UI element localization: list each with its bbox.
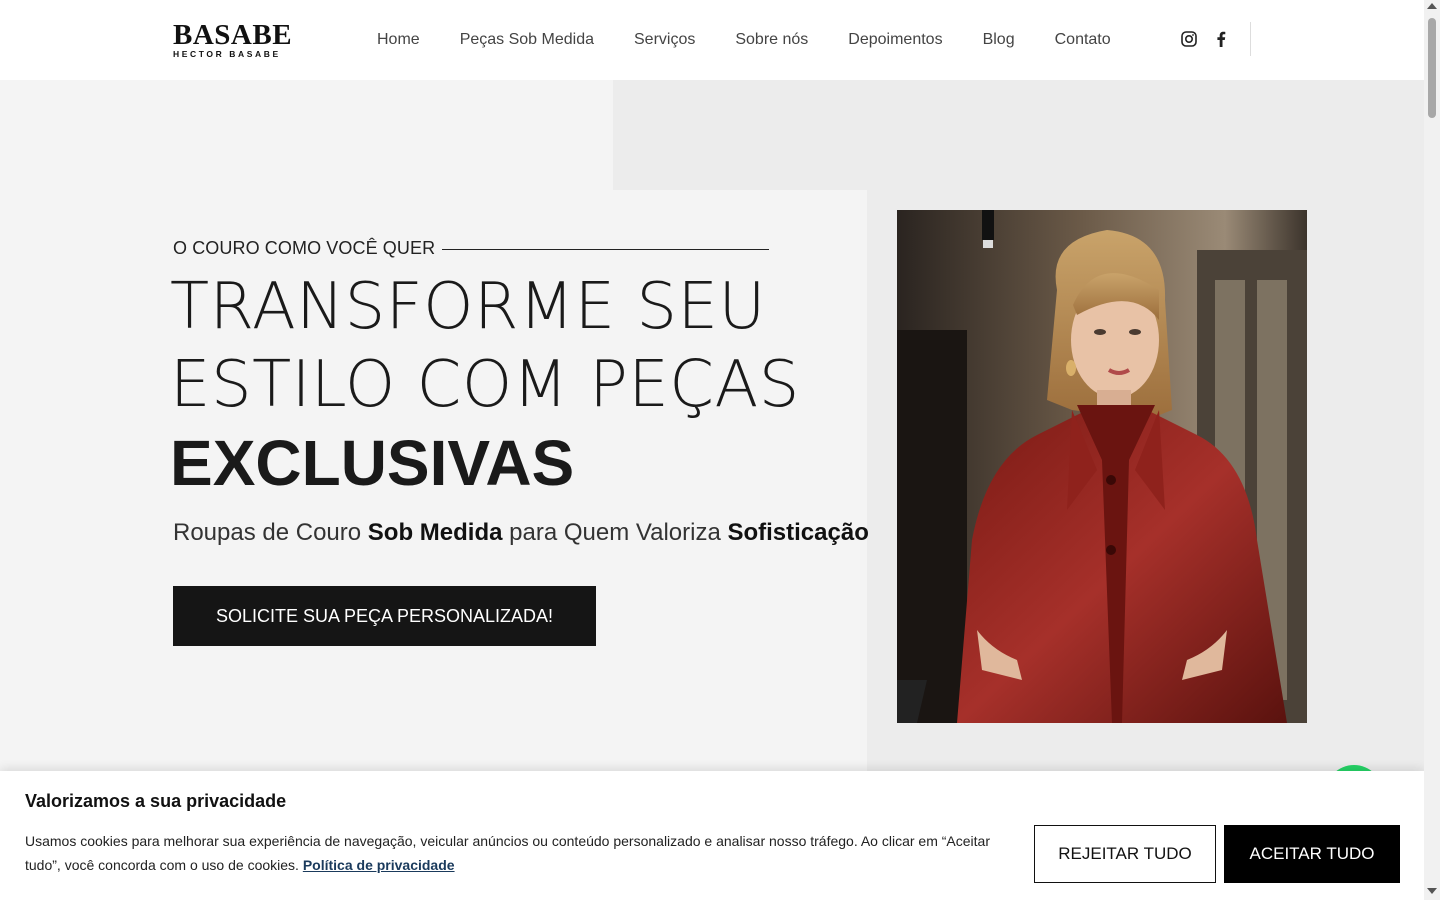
nav-item-pecas-sob-medida[interactable]: Peças Sob Medida (460, 29, 594, 51)
nav-item-contato[interactable]: Contato (1055, 29, 1111, 51)
nav-item-blog[interactable]: Blog (983, 29, 1015, 51)
subheadline-part-1: Roupas de Couro (173, 519, 368, 546)
headline-bold: EXCLUSIVAS (170, 427, 575, 499)
eyebrow-divider (442, 249, 769, 250)
scrollbar[interactable] (1424, 0, 1440, 900)
subheadline-part-2: para Quem Valoriza (502, 519, 728, 546)
accept-all-button[interactable]: ACEITAR TUDO (1224, 825, 1400, 883)
cookie-title: Valorizamos a sua privacidade (25, 791, 287, 811)
scrollbar-thumb[interactable] (1428, 18, 1436, 118)
instagram-icon[interactable] (1180, 29, 1198, 49)
main-nav: Home Peças Sob Medida Serviços Sobre nós… (377, 29, 1111, 51)
request-custom-piece-button[interactable]: SOLICITE SUA PEÇA PERSONALIZADA! (173, 586, 596, 646)
privacy-policy-link[interactable]: Política de privacidade (303, 857, 455, 873)
nav-item-depoimentos[interactable]: Depoimentos (848, 29, 942, 51)
headline-line-2: ESTILO COM PEÇAS (170, 348, 800, 422)
nav-item-home[interactable]: Home (377, 29, 420, 51)
hero-eyebrow: O COURO COMO VOCÊ QUER (173, 238, 436, 258)
social-links (1180, 29, 1230, 49)
scroll-down-icon[interactable] (1427, 888, 1437, 894)
nav-item-servicos[interactable]: Serviços (634, 29, 695, 51)
cookie-banner: Valorizamos a sua privacidade Usamos coo… (0, 771, 1424, 900)
site-header: BASABE HECTOR BASABE Home Peças Sob Medi… (0, 0, 1424, 80)
hero-subheadline: Roupas de Couro Sob Medida para Quem Val… (173, 519, 869, 547)
cookie-text: Usamos cookies para melhorar sua experiê… (25, 829, 1015, 877)
hero-background-accent (613, 80, 867, 190)
facebook-icon[interactable] (1212, 29, 1230, 49)
header-divider (1250, 22, 1251, 56)
subheadline-bold-2: Sofisticação (727, 519, 869, 546)
cookie-body: Usamos cookies para melhorar sua experiê… (25, 833, 990, 873)
subheadline-bold-1: Sob Medida (367, 519, 503, 546)
headline-line-1: TRANSFORME SEU (170, 270, 766, 344)
brand-logo[interactable]: BASABE HECTOR BASABE (173, 20, 293, 60)
hero-photo (897, 210, 1307, 723)
brand-name: BASABE (173, 19, 293, 51)
nav-item-sobre-nos[interactable]: Sobre nós (735, 29, 808, 51)
hero-headline: TRANSFORME SEU ESTILO COM PEÇAS EXCLUSIV… (170, 268, 830, 502)
scroll-up-icon[interactable] (1427, 3, 1437, 9)
reject-all-button[interactable]: REJEITAR TUDO (1034, 825, 1216, 883)
brand-subname: HECTOR BASABE (173, 49, 281, 59)
